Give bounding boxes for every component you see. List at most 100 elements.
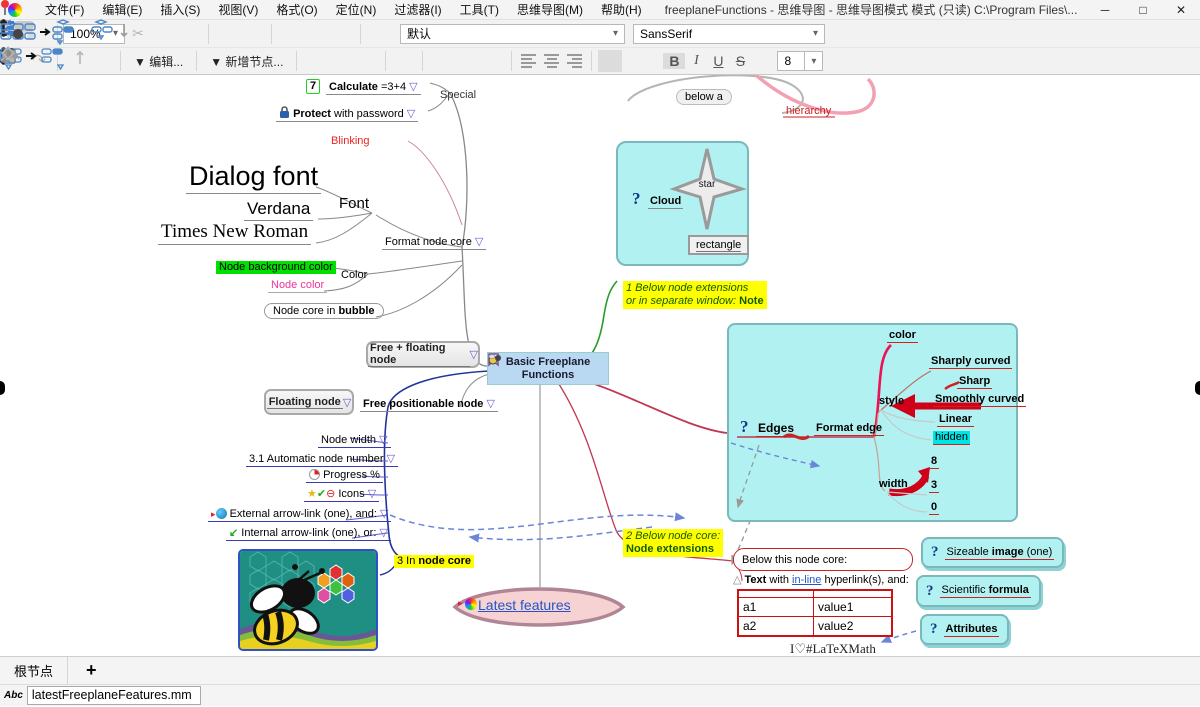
- cloud-node-group[interactable]: ? Cloud star rectangle: [616, 141, 749, 266]
- node-edges[interactable]: Edges: [756, 421, 796, 437]
- minimize-button[interactable]: ─: [1086, 3, 1124, 17]
- layout-preset-icons[interactable]: [367, 23, 391, 45]
- node-font[interactable]: Font: [336, 195, 372, 213]
- node-smoothly-curved[interactable]: Smoothly curved: [933, 393, 1026, 407]
- star-shape[interactable]: star: [670, 147, 744, 231]
- inline-hyperlink[interactable]: in-line: [792, 574, 821, 586]
- node-calculate[interactable]: Calculate =3+4 ▽: [326, 80, 421, 95]
- text-direction-ltr-icon[interactable]: T: [598, 50, 622, 72]
- node-background-color[interactable]: Node background color: [216, 261, 336, 274]
- node-below-a[interactable]: below a: [676, 89, 732, 105]
- add-sibling-node-icon[interactable]: +: [215, 23, 239, 45]
- menu-mindmap[interactable]: 思维导图(M): [508, 1, 592, 18]
- central-node[interactable]: Basic FreeplaneFunctions: [487, 352, 609, 385]
- add-child-node-icon[interactable]: +: [241, 23, 265, 45]
- menu-view[interactable]: 视图(V): [209, 1, 267, 18]
- node-blinking[interactable]: Blinking: [328, 135, 373, 148]
- node-hidden[interactable]: hidden: [933, 431, 970, 445]
- node-free-floating[interactable]: Free + floating node▽: [366, 341, 480, 368]
- node-free-positionable[interactable]: Free positionable node ▽: [360, 397, 498, 412]
- fold-icon[interactable]: ▽: [368, 488, 376, 500]
- node-progress[interactable]: Progress %: [306, 469, 383, 483]
- add-tab-button[interactable]: +: [68, 660, 115, 681]
- node-format-edge[interactable]: Format edge: [814, 422, 884, 436]
- latest-features-link[interactable]: Latest features: [478, 597, 571, 613]
- menu-tools[interactable]: 工具(T): [451, 1, 508, 18]
- fold-icon[interactable]: ▽: [486, 398, 494, 410]
- node-internal-link[interactable]: ↙ Internal arrow-link (one), or: ▽: [226, 526, 391, 541]
- italic-button[interactable]: I: [685, 53, 707, 69]
- attribute-table[interactable]: a1 value1 a2 value2: [737, 589, 893, 637]
- node-color[interactable]: Node color: [268, 279, 327, 293]
- style-select[interactable]: 默认 ▾: [400, 24, 625, 44]
- fold-icon[interactable]: ▽: [387, 453, 395, 465]
- node-auto-number[interactable]: 3.1 Automatic node number ▽: [246, 452, 398, 467]
- node-edge-style[interactable]: style: [877, 395, 906, 408]
- latest-features-node[interactable]: Latest features ▸: [452, 581, 626, 633]
- menu-edit[interactable]: 编辑(E): [93, 1, 151, 18]
- node-edge-color[interactable]: color: [887, 329, 918, 343]
- node-linear[interactable]: Linear: [937, 413, 974, 427]
- node-dialog-font[interactable]: Dialog font: [186, 161, 321, 194]
- fold-icon[interactable]: ▽: [379, 434, 387, 446]
- copy-icon[interactable]: [152, 23, 176, 45]
- node-calculate-result[interactable]: 7: [306, 79, 320, 94]
- menu-file[interactable]: 文件(F): [36, 1, 93, 18]
- menu-navigate[interactable]: 定位(N): [327, 1, 386, 18]
- menu-help[interactable]: 帮助(H): [592, 1, 651, 18]
- filename-tab[interactable]: latestFreeplaneFeatures.mm: [27, 686, 201, 705]
- fold-icon[interactable]: ▽: [343, 396, 351, 409]
- node-protect[interactable]: Protect with password ▽: [276, 105, 418, 122]
- paste-icon[interactable]: [178, 23, 202, 45]
- text-direction-rtl-icon[interactable]: T: [624, 50, 648, 72]
- align-left-icon[interactable]: [521, 54, 536, 68]
- align-right-icon[interactable]: [567, 54, 582, 68]
- node-attributes[interactable]: ? Attributes: [920, 614, 1009, 645]
- node-sizeable-image[interactable]: ? Sizeable image (one): [921, 537, 1064, 568]
- node-sharp[interactable]: Sharp: [957, 375, 992, 389]
- node-verdana[interactable]: Verdana: [244, 199, 313, 221]
- cloud-shape-icon[interactable]: [481, 50, 505, 72]
- menu-insert[interactable]: 插入(S): [151, 1, 209, 18]
- table-row[interactable]: a1 value1: [739, 598, 891, 617]
- fold-icon[interactable]: ▽: [380, 508, 388, 520]
- tab-root-node[interactable]: 根节点: [0, 657, 68, 684]
- cloud-icon[interactable]: [429, 50, 453, 72]
- new-node-dropdown-button[interactable]: ▼ 新增节点...: [202, 53, 291, 70]
- node-times-new-roman[interactable]: Times New Roman: [158, 221, 311, 245]
- fold-icon[interactable]: ▽: [409, 81, 417, 93]
- maximize-button[interactable]: □: [1124, 3, 1162, 17]
- node-spacing-icon[interactable]: [329, 50, 353, 72]
- node-list-icon[interactable]: [355, 50, 379, 72]
- table-row[interactable]: a2 value2: [739, 617, 891, 635]
- mindmap-canvas[interactable]: 7 Calculate =3+4 ▽ Special Protect with …: [0, 75, 1200, 656]
- node-below-this-core[interactable]: Below this node core:: [733, 548, 913, 571]
- font-size-dropdown[interactable]: ▾: [805, 51, 823, 71]
- node-text-hyperlink[interactable]: △ Text with in-line hyperlink(s), and:: [733, 573, 909, 586]
- node-edge-width[interactable]: width: [877, 478, 910, 491]
- menu-format[interactable]: 格式(O): [267, 1, 326, 18]
- node-special[interactable]: Special: [437, 89, 479, 102]
- align-center-icon[interactable]: [544, 54, 559, 68]
- menu-filter[interactable]: 过滤器(I): [385, 1, 450, 18]
- strikethrough-button[interactable]: S: [729, 53, 751, 69]
- bee-image-node[interactable]: [238, 549, 378, 651]
- node-width-0[interactable]: 0: [929, 501, 939, 515]
- underline-button[interactable]: U: [707, 53, 729, 69]
- node-rectangle[interactable]: rectangle: [688, 235, 749, 255]
- cloud-color-icon[interactable]: [455, 50, 479, 72]
- node-hierarchy[interactable]: hierarchy: [783, 105, 834, 118]
- fit-map-icon[interactable]: [278, 23, 302, 45]
- bold-button[interactable]: B: [663, 53, 685, 69]
- fold-icon[interactable]: ▽: [475, 236, 483, 248]
- layout-direction-icons[interactable]: [392, 50, 416, 72]
- edges-node-group[interactable]: ? Edges Format edge color Sharply curved…: [727, 323, 1018, 522]
- vertical-gap-icon[interactable]: [304, 23, 328, 45]
- fold-icon[interactable]: ▽: [407, 108, 415, 120]
- node-format-node-core[interactable]: Format node core ▽: [382, 235, 486, 250]
- resize-icon[interactable]: [303, 50, 327, 72]
- node-scientific-formula[interactable]: ? Scientific formula: [916, 575, 1041, 607]
- node-icons[interactable]: ★✔⊖ Icons ▽: [304, 487, 379, 502]
- font-size-input[interactable]: 8: [777, 51, 805, 71]
- node-floating[interactable]: Floating node▽: [264, 389, 354, 415]
